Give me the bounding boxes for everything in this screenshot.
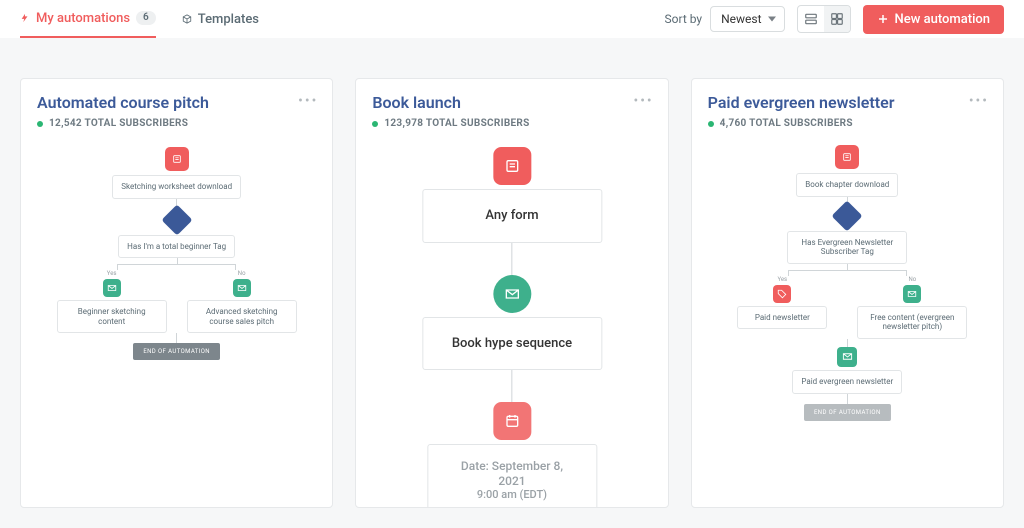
automation-grid: ••• Automated course pitch 12,542 TOTAL …: [0, 38, 1024, 528]
flow-node: Beginner sketching content: [57, 300, 167, 333]
time-line: 9:00 am (EDT): [450, 488, 574, 501]
flow-node: Paid newsletter: [737, 306, 827, 330]
tab-my-automations[interactable]: My automations 6: [20, 0, 156, 38]
topbar: My automations 6 Templates Sort by Newes…: [0, 0, 1024, 38]
date-icon: [493, 402, 531, 440]
flow-node: Book chapter download: [796, 173, 898, 197]
condition-icon: [832, 200, 863, 231]
card-subscribers: 123,978 TOTAL SUBSCRIBERS: [356, 118, 667, 141]
list-icon: [804, 12, 818, 26]
card-menu-button[interactable]: •••: [969, 93, 989, 109]
bolt-icon: [20, 13, 30, 23]
condition-icon: [161, 204, 192, 235]
flow-node: Sketching worksheet download: [112, 175, 241, 199]
branch-yes-label: Yes: [777, 276, 787, 283]
tag-icon: [773, 285, 791, 303]
cube-icon: [182, 14, 192, 24]
tab-count-badge: 6: [136, 11, 156, 25]
flow-node: Has I'm a total beginner Tag: [118, 235, 235, 259]
status-dot-icon: [372, 121, 378, 127]
branch: [92, 258, 262, 270]
form-icon: [835, 145, 859, 169]
end-node: END OF AUTOMATION: [133, 343, 220, 360]
tab-label: Templates: [198, 12, 259, 27]
flow-node: Any form: [422, 189, 602, 243]
grid-icon: [830, 12, 844, 26]
form-icon: [493, 147, 531, 185]
automation-card[interactable]: ••• Paid evergreen newsletter 4,760 TOTA…: [691, 78, 1004, 508]
flow-preview: Any form Book hype sequence Date: Septem…: [356, 141, 667, 507]
card-header: Paid evergreen newsletter: [692, 79, 1003, 118]
view-grid-button[interactable]: [824, 6, 850, 32]
status-dot-icon: [37, 121, 43, 127]
card-menu-button[interactable]: •••: [298, 93, 318, 109]
flow-preview: Book chapter download Has Evergreen News…: [692, 141, 1003, 507]
view-list-button[interactable]: [798, 6, 824, 32]
sequence-icon: [837, 347, 857, 367]
view-toggle: [797, 5, 851, 33]
new-automation-button[interactable]: New automation: [863, 5, 1004, 34]
subscriber-count: 12,542 TOTAL SUBSCRIBERS: [49, 118, 188, 129]
flow-node: Date: September 8, 2021 9:00 am (EDT): [427, 444, 597, 508]
sort-control: Sort by Newest: [665, 6, 785, 32]
card-title: Automated course pitch: [37, 93, 316, 112]
sequence-icon: [903, 285, 921, 303]
sort-select[interactable]: Newest: [710, 6, 784, 32]
flow-preview: Sketching worksheet download Has I'm a t…: [21, 141, 332, 507]
branch-no-label: No: [238, 270, 246, 277]
topbar-right: Sort by Newest New automation: [665, 5, 1004, 34]
automation-card[interactable]: ••• Book launch 123,978 TOTAL SUBSCRIBER…: [355, 78, 668, 508]
automation-card[interactable]: ••• Automated course pitch 12,542 TOTAL …: [20, 78, 333, 508]
end-node: END OF AUTOMATION: [804, 404, 891, 421]
tabs: My automations 6 Templates: [20, 0, 259, 38]
branch-no-label: No: [908, 276, 916, 283]
branch-pair: Yes Beginner sketching content No Advanc…: [57, 270, 297, 333]
form-icon: [165, 147, 189, 171]
card-title: Book launch: [372, 93, 651, 112]
plus-icon: [877, 13, 889, 25]
branch-yes-label: Yes: [107, 270, 117, 277]
subscriber-count: 123,978 TOTAL SUBSCRIBERS: [384, 118, 529, 129]
flow-node: Paid evergreen newsletter: [792, 370, 902, 394]
card-subscribers: 4,760 TOTAL SUBSCRIBERS: [692, 118, 1003, 141]
sort-value: Newest: [721, 12, 761, 26]
flow-node: Has Evergreen Newsletter Subscriber Tag: [787, 231, 907, 264]
flow-node: Free content (evergreen newsletter pitch…: [857, 306, 967, 339]
card-subscribers: 12,542 TOTAL SUBSCRIBERS: [21, 118, 332, 141]
new-automation-label: New automation: [895, 12, 990, 27]
sort-label: Sort by: [665, 12, 703, 26]
date-line: Date: September 8, 2021: [450, 459, 574, 488]
tab-label: My automations: [36, 11, 130, 26]
card-header: Automated course pitch: [21, 79, 332, 118]
sequence-icon: [233, 279, 251, 297]
sequence-icon: [103, 279, 121, 297]
flow-node: Book hype sequence: [422, 317, 602, 371]
card-header: Book launch: [356, 79, 667, 118]
sequence-icon: [493, 275, 531, 313]
status-dot-icon: [708, 121, 714, 127]
flow-node: Advanced sketching course sales pitch: [187, 300, 297, 333]
branch: [762, 264, 932, 276]
branch-pair: Yes Paid newsletter No Free content (eve…: [727, 276, 967, 339]
tab-templates[interactable]: Templates: [182, 0, 259, 38]
card-title: Paid evergreen newsletter: [708, 93, 987, 112]
card-menu-button[interactable]: •••: [633, 93, 653, 109]
subscriber-count: 4,760 TOTAL SUBSCRIBERS: [720, 118, 853, 129]
